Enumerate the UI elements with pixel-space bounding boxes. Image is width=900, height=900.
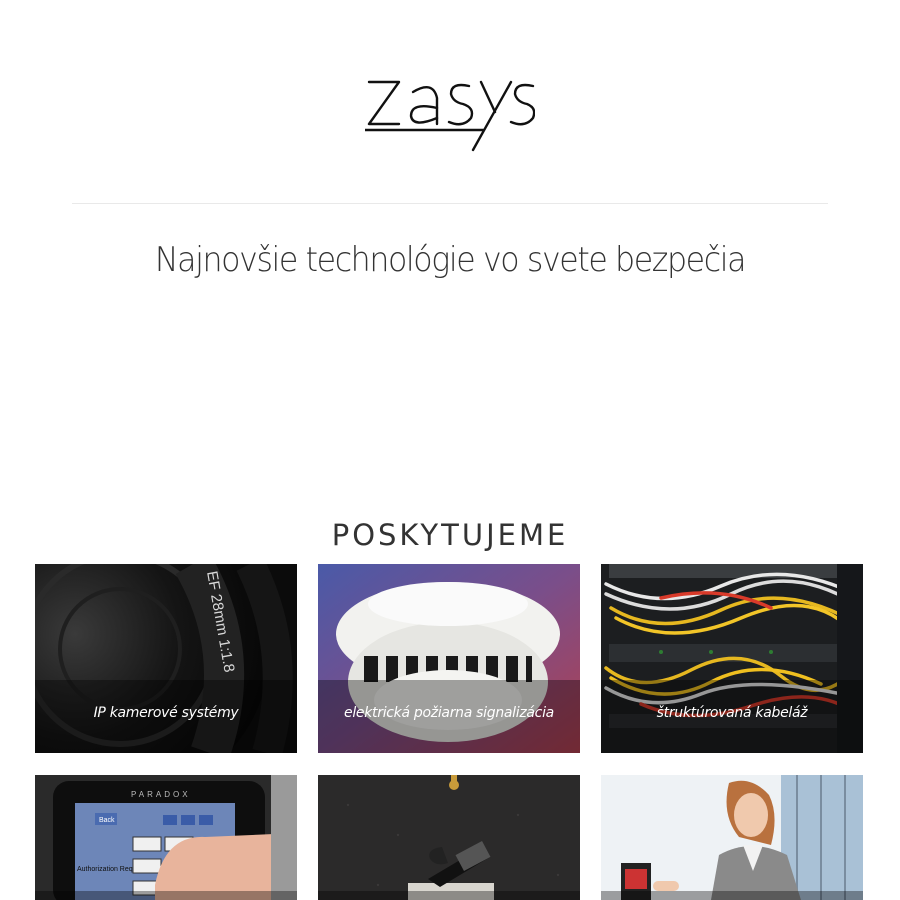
desk-phone-image <box>318 775 580 900</box>
keypad-brand-text: PARADOX <box>131 790 191 799</box>
caption-bar <box>601 891 863 900</box>
service-label: IP kamerové systémy <box>93 705 239 721</box>
keypad-back-text: Back <box>99 817 115 824</box>
service-tile-ip-cameras[interactable]: EF 28mm 1:1.8 IP kamerové systémy <box>35 564 297 753</box>
header-divider <box>72 203 828 204</box>
caption-bar <box>35 891 297 900</box>
service-label: štruktúrovaná kabeláž <box>656 705 808 721</box>
service-label: elektrická požiarna signalizácia <box>344 705 554 721</box>
business-woman-image <box>601 775 863 900</box>
service-tile-telephony[interactable] <box>318 775 580 900</box>
service-tile-alarm-keypad[interactable]: Back Authorization Required PARADOX <box>35 775 297 900</box>
service-tile-structured-cabling[interactable]: štruktúrovaná kabeláž <box>601 564 863 753</box>
service-tile-fire-alarm[interactable]: elektrická požiarna signalizácia <box>318 564 580 753</box>
services-heading: POSKYTUJEME <box>331 518 569 552</box>
logo-graphic <box>365 80 535 152</box>
tagline: Najnovšie technológie vo svete bezpečia <box>154 240 747 280</box>
site-logo[interactable]: zasys <box>0 68 900 159</box>
caption-bar <box>318 891 580 900</box>
service-tile-access-control[interactable] <box>601 775 863 900</box>
alarm-keypad-image: Back Authorization Required PARADOX <box>35 775 297 900</box>
